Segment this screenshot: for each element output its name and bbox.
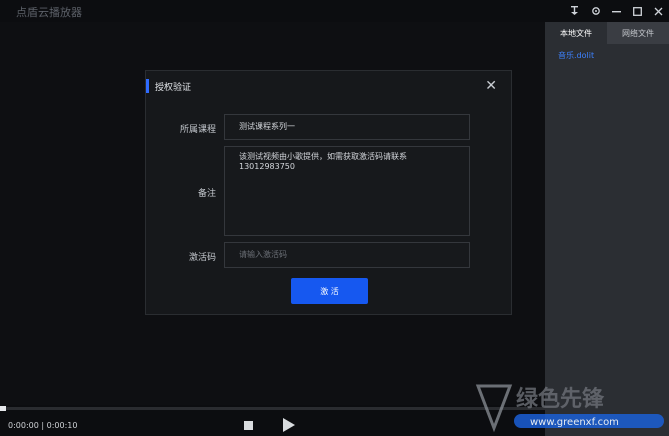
title-accent-bar: [146, 79, 149, 93]
maximize-icon[interactable]: [627, 0, 648, 22]
pin-icon[interactable]: [564, 0, 585, 22]
watermark-logo-text: 绿色先锋: [516, 386, 605, 412]
course-field: 测试课程系列一: [224, 114, 470, 140]
authorization-dialog: 授权验证 ✕ 所属课程 测试课程系列一 备注 该测试视频由小歌提供，如需获取激活…: [145, 70, 512, 315]
watermark-logo: 绿色先锋 www.greenxf.com: [475, 384, 664, 433]
playlist-panel: 本地文件 网络文件 音乐.dolit: [545, 22, 669, 436]
minimize-icon[interactable]: [606, 0, 627, 22]
activation-code-input[interactable]: 请输入激活码: [224, 242, 470, 268]
activation-code-label: 激活码: [188, 253, 216, 263]
note-field: 该测试视频由小歌提供，如需获取激活码请联系13012983750: [224, 146, 470, 236]
course-label: 所属课程: [179, 125, 216, 135]
tab-network-files[interactable]: 网络文件: [607, 22, 669, 44]
playlist-tabs: 本地文件 网络文件: [545, 22, 669, 44]
close-icon[interactable]: [648, 0, 669, 22]
app-title: 点盾云播放器: [16, 6, 82, 19]
dialog-header: 授权验证: [146, 79, 191, 93]
watermark-site: www.greenxf.com: [530, 417, 619, 428]
progress-bar[interactable]: [0, 407, 545, 410]
play-button[interactable]: [283, 418, 295, 432]
playlist-item[interactable]: 音乐.dolit: [558, 50, 669, 61]
tab-local-files[interactable]: 本地文件: [545, 22, 607, 44]
gear-icon[interactable]: [585, 0, 606, 22]
stop-button[interactable]: [244, 421, 253, 430]
timecode: 0:00:00 | 0:00:10: [8, 421, 78, 430]
window-controls: [564, 0, 669, 22]
activate-button[interactable]: 激 活: [291, 278, 368, 304]
dialog-title: 授权验证: [155, 82, 192, 93]
progress-handle[interactable]: [0, 406, 6, 411]
dialog-close-icon[interactable]: ✕: [485, 78, 497, 94]
note-label: 备注: [197, 189, 216, 199]
